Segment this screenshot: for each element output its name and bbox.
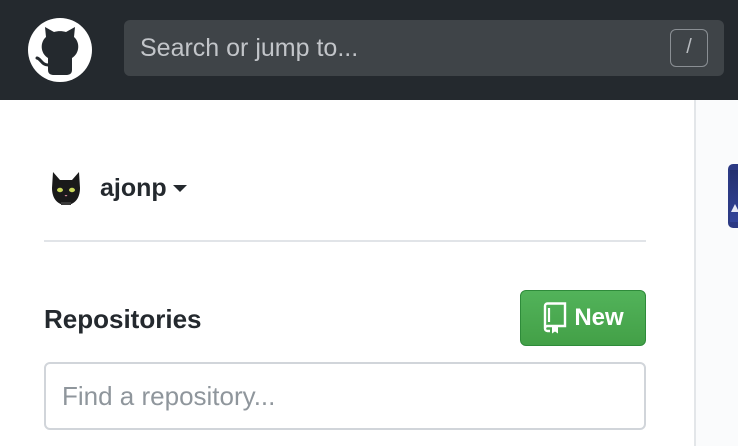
main-content-area (696, 100, 738, 446)
github-octocat-icon[interactable] (28, 18, 92, 82)
divider (44, 240, 646, 242)
find-repository-input[interactable] (44, 362, 646, 430)
username: ajonp (100, 173, 167, 202)
dashboard-sidebar: ajonp Repositories New (0, 100, 696, 446)
top-header: / (0, 0, 738, 100)
content-card-edge (728, 164, 738, 228)
repo-book-icon (544, 302, 567, 334)
repositories-heading: Repositories (44, 304, 202, 334)
search-box: / (124, 20, 724, 76)
avatar (52, 172, 80, 205)
triangle-icon (731, 204, 738, 212)
search-input[interactable] (124, 20, 724, 76)
caret-down-icon (172, 184, 187, 192)
new-button-label: New (574, 304, 624, 331)
account-switcher[interactable]: ajonp (46, 166, 187, 210)
new-repository-button[interactable]: New (520, 290, 646, 346)
search-shortcut-key: / (670, 29, 708, 67)
